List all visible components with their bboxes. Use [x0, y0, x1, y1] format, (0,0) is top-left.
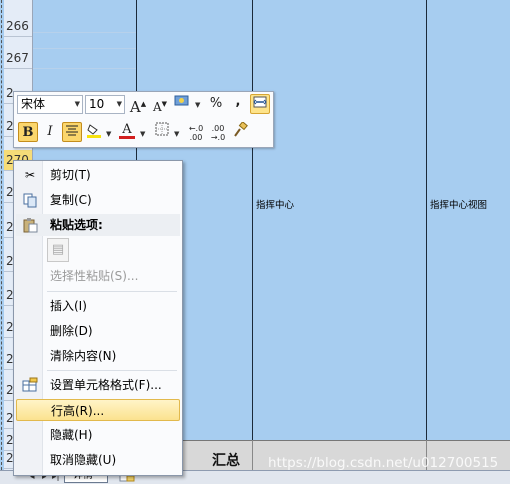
font-size-combo[interactable]: 10 ▼ [85, 95, 125, 114]
grow-font-icon: A [129, 98, 141, 116]
percent-button[interactable]: % [206, 94, 226, 114]
font-name-combo[interactable]: 宋体 ▼ [17, 95, 83, 114]
scissors-icon: ✂ [24, 168, 36, 182]
menu-item-cut[interactable]: ✂ 剪切(T) [16, 164, 180, 186]
increase-decimal-button[interactable]: ←.0.00 [186, 122, 206, 142]
paste-icon [22, 217, 38, 233]
menu-item-label: 复制(C) [50, 193, 92, 207]
menu-item-label: 粘贴选项: [50, 218, 103, 232]
cell-dispatch-center[interactable]: 指挥中心 [256, 197, 294, 211]
context-menu: ✂ 剪切(T) 复制(C) 粘贴选项: ▤ 选择性粘贴(S)... 插入(I) … [13, 160, 183, 476]
chevron-down-icon[interactable]: ▼ [106, 130, 111, 138]
comma-style-button[interactable]: , [228, 92, 248, 112]
italic-button[interactable]: I [40, 122, 60, 142]
selection-dash-border [1, 0, 2, 470]
menu-item-insert[interactable]: 插入(I) [16, 295, 180, 317]
menu-item-label: 插入(I) [50, 299, 87, 313]
menu-item-label: 选择性粘贴(S)... [50, 269, 139, 283]
menu-item-row-height[interactable]: 行高(R)... [16, 399, 180, 421]
summary-label: 汇总 [212, 453, 240, 469]
chevron-down-icon[interactable]: ▼ [195, 101, 200, 109]
paste-option-tile-icon[interactable]: ▤ [47, 238, 69, 262]
format-cells-icon [22, 377, 38, 393]
menu-item-format-cells[interactable]: 设置单元格格式(F)... [16, 374, 180, 396]
watermark-text: https://blog.csdn.net/u012700515 [268, 455, 499, 471]
shrink-font-button[interactable]: A▼ [150, 94, 170, 114]
chevron-down-icon: ▼ [74, 100, 80, 108]
menu-item-label: 设置单元格格式(F)... [50, 378, 162, 392]
menu-item-unhide[interactable]: 取消隐藏(U) [16, 449, 180, 471]
menu-item-label: 剪切(T) [50, 168, 91, 182]
menu-header-paste-options: 粘贴选项: [16, 214, 180, 236]
mini-toolbar: 宋体 ▼ 10 ▼ A▲ A▼ ▼ % , B I ▼ A ▼ ▼ ←.0.00… [13, 91, 274, 148]
number-format-button[interactable] [172, 94, 192, 114]
menu-item-label: 隐藏(H) [50, 428, 93, 442]
borders-button[interactable] [152, 122, 172, 142]
align-center-icon [66, 125, 78, 136]
menu-separator [47, 291, 177, 292]
menu-item-hide[interactable]: 隐藏(H) [16, 424, 180, 446]
menu-item-copy[interactable]: 复制(C) [16, 189, 180, 211]
merge-center-button[interactable] [250, 94, 270, 114]
decrease-decimal-icon: .00 →.0 [210, 124, 226, 142]
align-center-button[interactable] [62, 122, 82, 142]
grow-font-button[interactable]: A▲ [128, 94, 148, 116]
menu-item-clear-contents[interactable]: 清除内容(N) [16, 345, 180, 367]
grid-line [33, 48, 136, 49]
chevron-down-icon[interactable]: ▼ [140, 130, 145, 138]
font-color-button[interactable]: A [117, 120, 137, 140]
borders-icon [155, 122, 169, 136]
menu-separator [47, 370, 177, 371]
cell-dispatch-center-view[interactable]: 指挥中心视图 [430, 197, 487, 211]
increase-decimal-icon: ←.0.00 [188, 124, 204, 142]
row-header[interactable]: 266 [4, 16, 32, 37]
format-painter-icon [234, 121, 248, 137]
column-border [252, 440, 253, 470]
paint-bucket-icon [87, 124, 101, 138]
font-name-value: 宋体 [21, 97, 46, 111]
menu-item-label: 取消隐藏(U) [50, 453, 117, 467]
currency-format-icon [174, 95, 189, 106]
menu-item-label: 行高(R)... [51, 404, 105, 418]
grid-line [33, 68, 136, 69]
chevron-down-icon[interactable]: ▼ [174, 130, 179, 138]
bold-button[interactable]: B [18, 122, 38, 142]
font-color-icon: A [122, 122, 132, 137]
menu-item-label: 删除(D) [50, 324, 93, 338]
fill-color-button[interactable] [84, 122, 104, 142]
menu-item-paste-special[interactable]: 选择性粘贴(S)... [16, 265, 180, 287]
column-border [426, 0, 427, 440]
format-painter-button[interactable] [230, 121, 250, 142]
menu-item-label: 清除内容(N) [50, 349, 117, 363]
grid-line [33, 32, 136, 33]
row-header[interactable]: 267 [4, 48, 32, 69]
shrink-font-icon: A [152, 100, 162, 114]
column-border [252, 0, 253, 440]
chevron-down-icon: ▼ [116, 100, 122, 108]
font-size-value: 10 [89, 97, 105, 111]
menu-item-delete[interactable]: 删除(D) [16, 320, 180, 342]
copy-icon [22, 192, 38, 208]
merge-cells-icon [253, 96, 267, 108]
decrease-decimal-button[interactable]: .00 →.0 [208, 122, 228, 142]
